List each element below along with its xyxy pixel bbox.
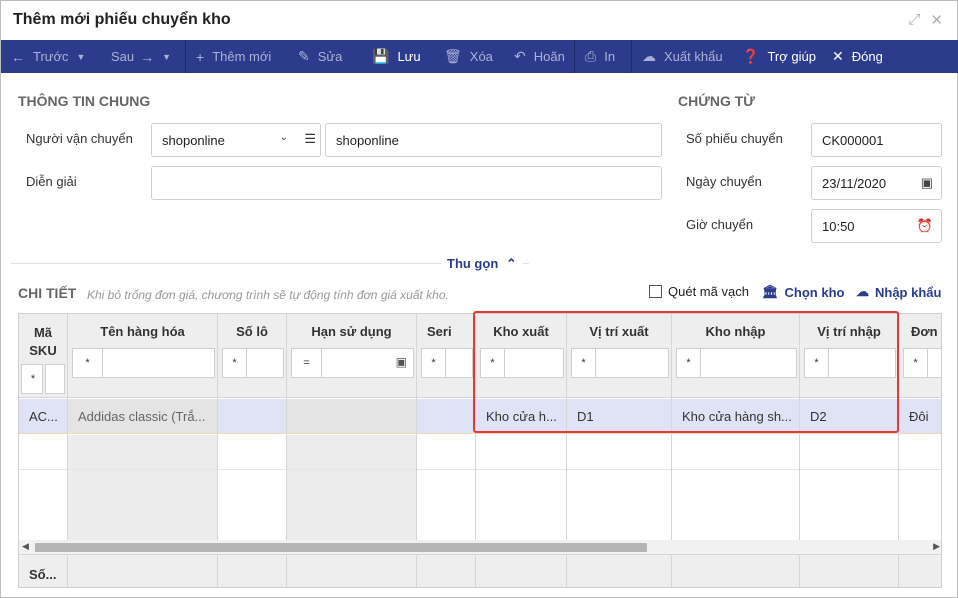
filter-input[interactable]: * bbox=[72, 348, 215, 378]
filter-input[interactable]: * bbox=[903, 348, 941, 378]
table-row[interactable] bbox=[567, 435, 671, 470]
warehouse-icon: 🏛 bbox=[762, 284, 779, 299]
collapse-button[interactable]: Thu gọn ⌃ bbox=[441, 256, 523, 272]
import-button[interactable]: ☁ Nhập khẩu bbox=[856, 284, 941, 300]
shipper-select[interactable]: shoponline ⌄ ☰ bbox=[151, 123, 321, 157]
transfer-date-input[interactable]: 23/11/2020 ▣ bbox=[811, 166, 942, 200]
detail-section-title: CHI TIẾT bbox=[18, 285, 77, 301]
search-list-icon[interactable]: ☰ bbox=[304, 131, 316, 147]
table-row[interactable]: Đôi bbox=[899, 399, 941, 434]
scrollbar-thumb[interactable] bbox=[35, 543, 647, 552]
table-row[interactable] bbox=[417, 399, 475, 434]
table-row[interactable] bbox=[287, 399, 416, 434]
choose-warehouse-button[interactable]: 🏛 Chọn kho bbox=[762, 284, 844, 300]
cloud-upload-icon: ☁ bbox=[856, 284, 869, 299]
table-row[interactable] bbox=[218, 435, 286, 470]
voucher-section-title: CHỨNG TỪ bbox=[678, 93, 755, 109]
shipper-label: Người vận chuyển bbox=[26, 131, 133, 146]
table-row[interactable] bbox=[672, 435, 799, 470]
delete-button[interactable]: 🗑 Xóa bbox=[434, 40, 504, 73]
horizontal-scrollbar[interactable]: ◀ ▶ bbox=[19, 540, 941, 554]
general-section-title: THÔNG TIN CHUNG bbox=[18, 93, 151, 109]
filter-input[interactable]: = ▣ bbox=[291, 348, 414, 378]
scroll-right-icon[interactable]: ▶ bbox=[933, 541, 940, 552]
table-row[interactable] bbox=[800, 435, 898, 470]
table-row[interactable] bbox=[19, 435, 67, 470]
close-icon[interactable]: ✕ bbox=[930, 11, 943, 29]
table-row[interactable] bbox=[218, 399, 286, 434]
next-button[interactable]: Sau → ▼ bbox=[101, 40, 185, 73]
column-header[interactable]: Mã SKU bbox=[19, 324, 67, 360]
scan-barcode-toggle[interactable]: Quét mã vạch bbox=[649, 284, 749, 299]
table-row[interactable]: Addidas classic (Trắ... bbox=[68, 399, 217, 434]
voucher-number-input[interactable]: CK000001 bbox=[811, 123, 942, 157]
footer-total-label: Số... bbox=[29, 567, 57, 582]
table-row[interactable] bbox=[287, 435, 416, 470]
help-icon: ❓ bbox=[742, 48, 760, 64]
column-header[interactable]: Tên hàng hóa bbox=[68, 324, 217, 339]
transfer-time-label: Giờ chuyển bbox=[686, 217, 754, 232]
filter-value[interactable] bbox=[45, 364, 65, 394]
arrow-right-icon: → bbox=[140, 48, 155, 65]
pencil-icon: ✎ bbox=[298, 48, 310, 64]
dialog-title: Thêm mới phiếu chuyển kho bbox=[13, 11, 231, 28]
table-row[interactable] bbox=[68, 435, 217, 470]
print-button[interactable]: ⎙ In bbox=[575, 40, 631, 73]
filter-input[interactable]: * bbox=[21, 364, 43, 394]
table-row[interactable]: AC... bbox=[19, 399, 67, 434]
filter-input[interactable]: * bbox=[421, 348, 473, 378]
scroll-left-icon[interactable]: ◀ bbox=[22, 541, 29, 552]
detail-note: Khi bỏ trống đơn giá, chương trình sẽ tự… bbox=[87, 288, 449, 302]
close-button[interactable]: ✕ Đóng bbox=[822, 40, 902, 73]
transfer-dialog: Thêm mới phiếu chuyển kho ⤢ ✕ ← Trước ▼ … bbox=[0, 0, 958, 598]
plus-icon: + bbox=[196, 48, 205, 65]
export-button[interactable]: ☁ Xuất khẩu bbox=[632, 40, 732, 73]
close-icon: ✕ bbox=[832, 48, 844, 64]
edit-button[interactable]: ✎ Sửa bbox=[288, 40, 362, 73]
column-header[interactable]: Hạn sử dụng bbox=[287, 324, 416, 339]
clock-icon[interactable]: ⏰ bbox=[917, 218, 933, 234]
table-row[interactable] bbox=[899, 435, 941, 470]
help-button[interactable]: ❓ Trợ giúp bbox=[732, 40, 822, 73]
table-row[interactable] bbox=[417, 435, 475, 470]
cloud-upload-icon: ☁ bbox=[642, 48, 656, 64]
table-row[interactable] bbox=[476, 435, 566, 470]
chevron-down-icon: ▼ bbox=[162, 51, 172, 62]
save-button[interactable]: 💾 Lưu bbox=[362, 40, 434, 73]
add-button[interactable]: + Thêm mới bbox=[186, 40, 288, 73]
toolbar: ← Trước ▼ Sau → ▼ + Thêm mới ✎ Sửa 💾 Lưu… bbox=[1, 40, 958, 73]
chevron-down-icon: ⌄ bbox=[279, 132, 288, 143]
undo-button[interactable]: ↶ Hoãn bbox=[504, 40, 574, 73]
grid-footer: Số... bbox=[19, 554, 941, 587]
voucher-number-label: Số phiếu chuyển bbox=[686, 131, 783, 146]
floppy-icon: 💾 bbox=[372, 48, 390, 64]
annotation-highlight-box bbox=[473, 311, 899, 433]
calendar-icon[interactable]: ▣ bbox=[921, 175, 933, 191]
transfer-time-input[interactable]: 10:50 ⏰ bbox=[811, 209, 942, 243]
chevron-down-icon: ▼ bbox=[76, 51, 86, 62]
prev-button[interactable]: ← Trước ▼ bbox=[1, 40, 101, 73]
trash-icon: 🗑 bbox=[444, 48, 462, 64]
column-header[interactable]: Số lô bbox=[218, 324, 286, 339]
shipper-name-field[interactable]: shoponline bbox=[325, 123, 662, 157]
arrow-left-icon: ← bbox=[11, 48, 25, 65]
description-label: Diễn giải bbox=[26, 174, 77, 189]
column-header[interactable]: Seri bbox=[417, 324, 475, 339]
column-header[interactable]: Đơn v bbox=[899, 324, 941, 339]
expand-icon[interactable]: ⤢ bbox=[908, 11, 920, 29]
undo-icon: ↶ bbox=[514, 48, 526, 64]
chevron-up-icon: ⌃ bbox=[505, 256, 517, 271]
scan-barcode-checkbox[interactable] bbox=[649, 285, 662, 298]
calendar-icon[interactable]: ▣ bbox=[396, 355, 407, 369]
printer-icon: ⎙ bbox=[585, 48, 597, 64]
description-input[interactable] bbox=[151, 166, 662, 200]
transfer-date-label: Ngày chuyển bbox=[686, 174, 762, 189]
filter-input[interactable]: * bbox=[222, 348, 284, 378]
dialog-titlebar: Thêm mới phiếu chuyển kho ⤢ ✕ bbox=[1, 1, 957, 39]
